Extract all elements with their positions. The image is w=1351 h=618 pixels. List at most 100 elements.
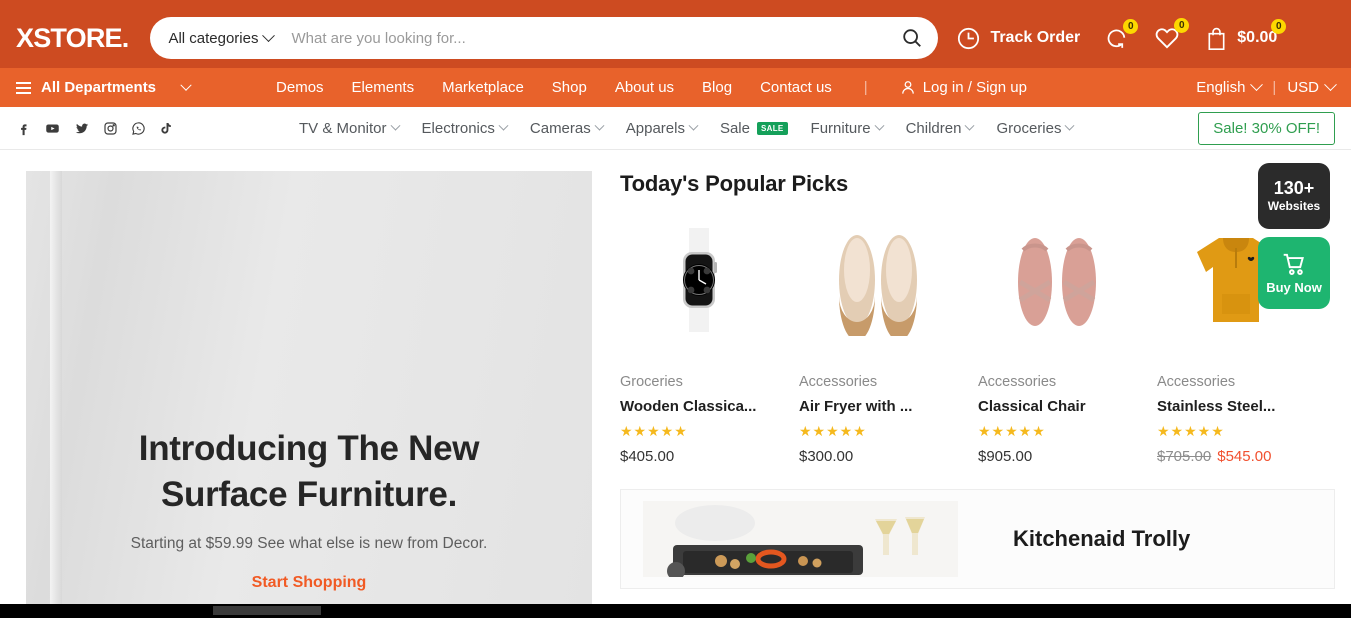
category-bar: TV & Monitor Electronics Cameras Apparel… (0, 107, 1351, 150)
product-card[interactable]: Accessories Air Fryer with ... ★★★★★ $30… (799, 220, 956, 465)
category-select-label: All categories (168, 29, 259, 47)
hero-title-line1: Introducing The New (138, 428, 480, 468)
shopping-bag-icon (1208, 27, 1225, 50)
main-navigation: All Departments Demos Elements Marketpla… (0, 68, 1351, 107)
popular-picks-title: Today's Popular Picks (620, 171, 849, 196)
popular-picks-section: Today's Popular Picks Groceries Wooden C… (620, 171, 1335, 610)
facebook-icon[interactable] (16, 121, 31, 136)
nav-link-marketplace[interactable]: Marketplace (442, 79, 524, 96)
category-label: Cameras (529, 119, 591, 137)
flat-shoes-image (838, 235, 917, 336)
chevron-down-icon (262, 28, 276, 42)
start-shopping-link[interactable]: Start Shopping (252, 574, 367, 592)
product-image (799, 220, 956, 340)
instagram-icon[interactable] (103, 121, 118, 136)
track-order-button[interactable]: Track Order (956, 26, 1080, 51)
product-name[interactable]: Wooden Classica... (620, 398, 777, 415)
nav-link-demos[interactable]: Demos (276, 79, 324, 96)
product-rating-stars: ★★★★★ (799, 423, 867, 439)
social-links (16, 121, 173, 136)
currency-label: USD (1287, 79, 1319, 96)
nav-link-shop[interactable]: Shop (552, 79, 587, 96)
cart-count-badge: 0 (1271, 18, 1287, 34)
clock-icon (958, 27, 980, 49)
cart-button[interactable]: 0 $0.00 (1205, 18, 1287, 51)
product-grid: Groceries Wooden Classica... ★★★★★ $405.… (620, 220, 1335, 465)
site-header: XSTORE. All categories Track Order 0 (0, 8, 1351, 68)
category-children[interactable]: Children (905, 119, 975, 137)
cart-total: $0.00 (1237, 29, 1278, 46)
login-signup-label: Log in / Sign up (922, 79, 1027, 96)
product-card[interactable]: Accessories Classical Chair ★★★★★ $905.0… (978, 220, 1135, 465)
buy-now-button[interactable]: Buy Now (1258, 237, 1330, 309)
product-name[interactable]: Classical Chair (978, 398, 1135, 415)
compare-button[interactable]: 0 (1104, 18, 1139, 51)
all-departments-label: All Departments (41, 79, 157, 96)
nav-link-elements[interactable]: Elements (352, 79, 415, 96)
product-name[interactable]: Air Fryer with ... (799, 398, 956, 415)
product-rating-stars: ★★★★★ (620, 423, 688, 439)
language-select[interactable]: English (1196, 78, 1264, 96)
bottom-screen-bar (0, 604, 1351, 618)
product-category: Groceries (620, 374, 683, 390)
site-logo[interactable]: XSTORE. (16, 23, 129, 54)
track-order-label: Track Order (990, 29, 1081, 46)
all-departments-button[interactable]: All Departments (16, 79, 192, 96)
currency-select[interactable]: USD (1287, 78, 1337, 96)
category-tv-monitor[interactable]: TV & Monitor (299, 120, 400, 137)
category-apparels[interactable]: Apparels (625, 119, 699, 137)
product-card[interactable]: Groceries Wooden Classica... ★★★★★ $405.… (620, 220, 777, 465)
user-icon (901, 81, 914, 94)
nav-link-contact-us[interactable]: Contact us (760, 79, 832, 96)
nav-link-blog[interactable]: Blog (702, 79, 732, 96)
product-name[interactable]: Stainless Steel... (1157, 398, 1314, 415)
chevron-down-icon (874, 120, 885, 131)
chevron-down-icon (1250, 78, 1264, 92)
chevron-down-icon (1065, 120, 1075, 131)
sale-badge: SALE (756, 121, 788, 135)
youtube-icon[interactable] (44, 121, 61, 136)
category-furniture[interactable]: Furniture (811, 120, 885, 137)
category-groceries[interactable]: Groceries (996, 119, 1075, 137)
product-price: $905.00 (978, 448, 1033, 465)
search-input[interactable] (291, 29, 893, 47)
chevron-down-icon (594, 120, 605, 131)
smartwatch-image (682, 228, 717, 332)
category-label: Groceries (996, 119, 1062, 137)
twitter-icon[interactable] (74, 121, 90, 136)
category-label: Apparels (625, 119, 685, 137)
category-select[interactable]: All categories (168, 28, 276, 47)
nav-separator: | (863, 79, 868, 96)
promo-card-image (643, 501, 958, 577)
hero-banner[interactable]: Introducing The New Surface Furniture. S… (26, 171, 592, 610)
product-old-price: $705.00 (1157, 448, 1212, 465)
tiktok-icon[interactable] (159, 121, 173, 136)
search-button[interactable] (892, 18, 932, 58)
locale-controls: English | USD (1196, 78, 1337, 96)
chevron-down-icon (180, 79, 192, 91)
product-category: Accessories (1157, 374, 1236, 390)
websites-count-badge[interactable]: 130+ Websites (1258, 163, 1330, 229)
product-price: $405.00 (620, 448, 675, 465)
chevron-down-icon (964, 120, 975, 131)
category-label: Sale (719, 119, 750, 137)
category-cameras[interactable]: Cameras (529, 119, 605, 137)
category-sale[interactable]: Sale SALE (720, 120, 788, 137)
whatsapp-icon[interactable] (131, 121, 146, 136)
nav-link-about-us[interactable]: About us (615, 79, 674, 96)
category-electronics[interactable]: Electronics (422, 120, 509, 137)
search-bar: All categories (150, 17, 939, 59)
chevron-down-icon (688, 120, 699, 131)
category-links: TV & Monitor Electronics Cameras Apparel… (299, 119, 1075, 137)
promo-card-kitchenaid[interactable]: Kitchenaid Trolly (620, 489, 1335, 589)
category-label: Children (905, 119, 962, 137)
product-rating-stars: ★★★★★ (978, 423, 1046, 439)
chevron-down-icon (390, 120, 400, 131)
search-icon (903, 29, 922, 47)
login-signup-button[interactable]: Log in / Sign up (900, 79, 1027, 96)
hero-title-line2: Surface Furniture. (160, 475, 458, 515)
sale-promo-button[interactable]: Sale! 30% OFF! (1198, 111, 1335, 145)
product-price: $300.00 (799, 448, 854, 465)
product-image (620, 220, 777, 340)
wishlist-button[interactable]: 0 (1154, 18, 1190, 51)
